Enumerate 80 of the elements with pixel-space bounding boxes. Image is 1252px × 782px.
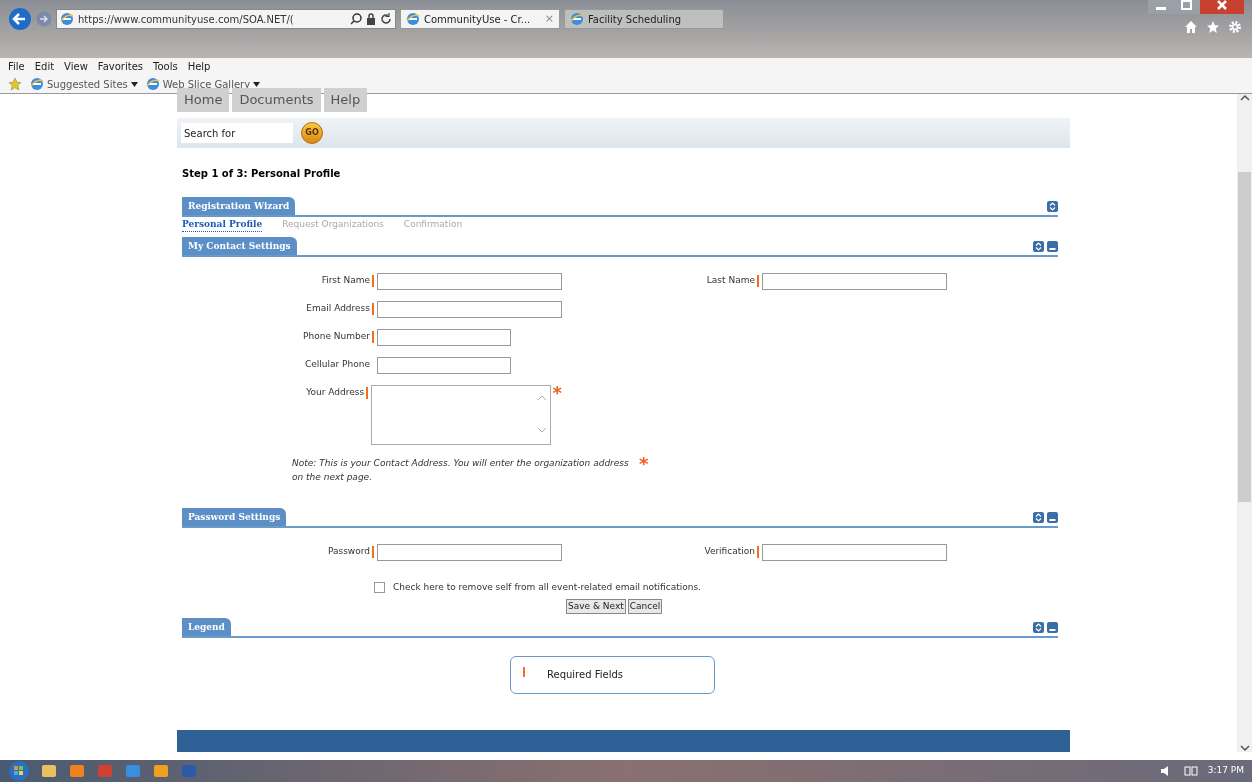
nav-tab[interactable]: Documents <box>232 88 321 112</box>
required-marker <box>523 666 525 677</box>
menu-item[interactable]: Favorites <box>97 59 143 74</box>
menu-item[interactable]: Edit <box>34 59 55 74</box>
refresh-icon[interactable] <box>380 13 392 25</box>
url-text: https://www.communityuse.com/SOA.NET/( <box>78 12 295 27</box>
ie-page-icon <box>60 12 74 26</box>
required-marker <box>366 387 369 399</box>
required-marker <box>372 303 374 315</box>
nav-tab[interactable]: Help <box>323 88 368 112</box>
field-label: Verification <box>704 545 755 559</box>
step-title: Step 1 of 3: Personal Profile <box>182 167 342 181</box>
start-button-icon[interactable] <box>8 760 30 782</box>
field-label: First Name <box>321 274 370 288</box>
favorites-link[interactable]: Suggested Sites <box>47 76 128 92</box>
required-marker <box>372 331 374 343</box>
required-asterisk: * <box>552 385 562 401</box>
field-label: Last Name <box>706 274 755 288</box>
collapse-icon[interactable] <box>1047 512 1058 523</box>
close-icon[interactable] <box>1200 0 1244 14</box>
ie-page-icon <box>570 12 584 26</box>
minimize-icon[interactable] <box>1148 0 1174 14</box>
checkbox-label: Check here to remove self from all event-related email notifications. <box>393 581 701 594</box>
required-marker <box>372 275 374 287</box>
clock-text: 3:17 PM <box>1207 764 1244 778</box>
dropdown-caret-icon[interactable] <box>130 81 138 87</box>
home-icon[interactable] <box>1184 20 1198 34</box>
collapse-icon[interactable] <box>1047 241 1058 252</box>
required-marker <box>372 546 374 558</box>
field-label: Your Address <box>306 386 365 400</box>
input-field[interactable] <box>377 329 511 346</box>
scrollbar-thumb[interactable] <box>1238 172 1251 502</box>
forward-icon[interactable] <box>36 11 52 27</box>
menu-item[interactable]: Help <box>187 59 211 74</box>
field-label: Password <box>327 545 370 559</box>
checkbox[interactable] <box>374 582 385 594</box>
star-icon[interactable] <box>1206 20 1220 34</box>
browser-tab[interactable]: CommunityUse - Cr... × <box>400 9 560 29</box>
expand-icon[interactable] <box>1033 241 1044 252</box>
form-button[interactable]: Cancel <box>627 598 663 614</box>
note-text: Note: This is your Contact Address. You will enter the organization address on the next page. <box>292 457 630 484</box>
back-icon[interactable] <box>8 7 32 31</box>
scroll-down-icon[interactable] <box>1239 744 1250 752</box>
input-field[interactable] <box>377 357 511 374</box>
network-icon[interactable] <box>1183 765 1198 777</box>
expand-icon[interactable] <box>1033 512 1044 523</box>
favorites-star-icon[interactable] <box>8 77 22 91</box>
input-field[interactable] <box>377 301 562 318</box>
required-marker <box>757 546 759 558</box>
browser-tab[interactable]: Facility Scheduling <box>564 9 724 29</box>
restore-icon[interactable] <box>1174 0 1200 14</box>
nav-tab[interactable]: Home <box>177 88 230 112</box>
required-marker <box>757 275 759 287</box>
input-field[interactable] <box>762 273 947 290</box>
expand-icon[interactable] <box>1047 201 1058 212</box>
required-asterisk: * <box>639 457 649 471</box>
field-label: Cellular Phone <box>305 358 370 372</box>
legend-label: Required Fields <box>547 668 623 682</box>
settings-icon[interactable] <box>1228 20 1242 34</box>
address-bar[interactable]: https://www.communityuse.com/SOA.NET/( <box>56 9 396 29</box>
field-label: Email Address <box>306 302 370 316</box>
field-label: Phone Number <box>303 330 370 344</box>
expand-icon[interactable] <box>1033 621 1044 633</box>
wizard-step-link[interactable]: Personal Profile <box>182 217 263 233</box>
form-button[interactable]: Save & Next <box>566 598 626 614</box>
scroll-up-icon[interactable] <box>1239 94 1250 102</box>
menu-item[interactable]: Tools <box>153 59 178 74</box>
input-field[interactable] <box>377 544 562 561</box>
ie-page-icon <box>406 12 420 26</box>
address-textarea[interactable] <box>371 385 551 445</box>
input-field[interactable] <box>762 544 947 561</box>
lock-icon <box>366 13 376 25</box>
input-field[interactable] <box>377 273 562 290</box>
search-icon[interactable] <box>350 13 362 25</box>
scrollbar[interactable] <box>1237 94 1252 752</box>
menu-item[interactable]: File <box>8 59 25 74</box>
collapse-icon[interactable] <box>1047 621 1058 633</box>
menu-item[interactable]: View <box>64 59 88 74</box>
search-field[interactable]: Search for <box>181 123 293 143</box>
go-button[interactable]: GO <box>301 122 323 144</box>
